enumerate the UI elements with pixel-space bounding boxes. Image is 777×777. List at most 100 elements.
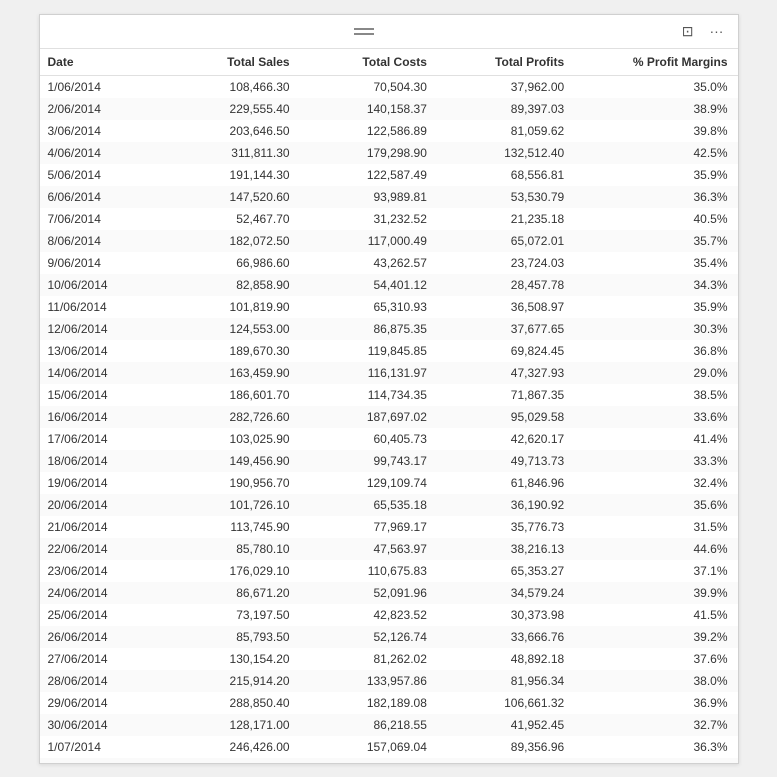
table-row: 12/06/2014124,553.0086,875.3537,677.6530… [40,318,738,340]
table-row: 7/06/201452,467.7031,232.5221,235.1840.5… [40,208,738,230]
table-body: 1/06/2014108,466.3070,504.3037,962.0035.… [40,75,738,763]
more-icon[interactable]: ··· [705,21,727,41]
cell-pct_profit_margins: 37.1% [574,560,737,582]
cell-total_sales: 101,726.10 [153,494,300,516]
table-row: 9/06/201466,986.6043,262.5723,724.0335.4… [40,252,738,274]
data-table: ⊡ ··· Date Total Sales Total Costs Total… [39,14,739,764]
cell-pct_profit_margins: 38.9% [574,98,737,120]
title-bar: ⊡ ··· [40,15,738,49]
expand-icon[interactable]: ⊡ [678,21,698,42]
drag-handle-icon [354,28,374,35]
cell-pct_profit_margins: 29.0% [574,362,737,384]
cell-date: 28/06/2014 [40,670,153,692]
cell-total_profits: 65,353.27 [437,560,574,582]
cell-total_sales: 108,466.30 [153,75,300,98]
cell-date: 10/06/2014 [40,274,153,296]
cell-total_costs: 70,504.30 [300,75,437,98]
cell-date: 13/06/2014 [40,340,153,362]
cell-total_costs: 86,875.35 [300,318,437,340]
cell-total_sales: 124,553.00 [153,318,300,340]
cell-total_profits: 69,824.45 [437,340,574,362]
cell-total_profits: 37,677.65 [437,318,574,340]
cell-date: 8/06/2014 [40,230,153,252]
cell-total_costs: 179,298.90 [300,142,437,164]
cell-date: 22/06/2014 [40,538,153,560]
cell-pct_profit_margins: 35.9% [574,296,737,318]
cell-pct_profit_margins: 38.5% [574,384,737,406]
col-header-total-costs: Total Costs [300,49,437,76]
cell-total_profits: 71,867.35 [437,384,574,406]
cell-date: 16/06/2014 [40,406,153,428]
table-row: 25/06/201473,197.5042,823.5230,373.9841.… [40,604,738,626]
table-row: 28/06/2014215,914.20133,957.8681,956.343… [40,670,738,692]
cell-total_costs: 122,587.49 [300,164,437,186]
cell-total_costs: 119,845.85 [300,340,437,362]
cell-date: 14/06/2014 [40,362,153,384]
cell-date: 6/06/2014 [40,186,153,208]
cell-total_costs: 54,401.12 [300,274,437,296]
cell-pct_profit_margins: 33.6% [574,406,737,428]
cell-total_profits: 35,776.73 [437,516,574,538]
cell-pct_profit_margins: 36.3% [574,186,737,208]
cell-total_costs: 43,262.57 [300,252,437,274]
table-row: 27/06/2014130,154.2081,262.0248,892.1837… [40,648,738,670]
cell-total_costs: 133,957.86 [300,670,437,692]
cell-date: 17/06/2014 [40,428,153,450]
cell-total_costs: 42,823.52 [300,604,437,626]
cell-pct_profit_margins: 39.8% [574,120,737,142]
cell-date: 9/06/2014 [40,252,153,274]
cell-total_profits: 36,190.92 [437,494,574,516]
cell-total_costs: 116,131.97 [300,362,437,384]
table-row: 20/06/2014101,726.1065,535.1836,190.9235… [40,494,738,516]
cell-total_costs: 157,069.04 [300,736,437,758]
cell-total_sales: 229,555.40 [153,98,300,120]
cell-total_costs: 65,310.93 [300,296,437,318]
cell-date: 1/06/2014 [40,75,153,98]
cell-total_sales: 103,025.90 [153,428,300,450]
table-row: 29/06/2014288,850.40182,189.08106,661.32… [40,692,738,714]
cell-total_profits: 81,059.62 [437,120,574,142]
cell-pct_profit_margins: 35.7% [574,230,737,252]
cell-total_sales: 113,745.90 [153,516,300,538]
cell-date: 20/06/2014 [40,494,153,516]
cell-total_costs: 52,091.96 [300,582,437,604]
cell-pct_profit_margins: 38.0% [574,670,737,692]
cell-total_costs: 93,989.81 [300,186,437,208]
cell-total_sales: 215,914.20 [153,670,300,692]
table-row: 16/06/2014282,726.60187,697.0295,029.583… [40,406,738,428]
cell-total_sales: 282,726.60 [153,406,300,428]
cell-total_sales: 147,520.60 [153,186,300,208]
table-row: 13/06/2014189,670.30119,845.8569,824.453… [40,340,738,362]
table-row: 5/06/2014191,144.30122,587.4968,556.8135… [40,164,738,186]
cell-pct_profit_margins: 35.9% [574,164,737,186]
table-row: 19/06/2014190,956.70129,109.7461,846.963… [40,472,738,494]
cell-total_sales: 186,601.70 [153,384,300,406]
table-row: 15/06/2014186,601.70114,734.3571,867.353… [40,384,738,406]
cell-total_sales: 85,793.50 [153,626,300,648]
col-header-total-sales: Total Sales [153,49,300,76]
cell-pct_profit_margins: 30.3% [574,318,737,340]
cell-total_profits: 21,235.18 [437,208,574,230]
cell-total_sales: 101,819.90 [153,296,300,318]
drag-area[interactable] [354,28,374,35]
table-row: 2/06/2014229,555.40140,158.3789,397.0338… [40,98,738,120]
cell-total_profits: 81,956.34 [437,670,574,692]
cell-pct_profit_margins: 35.4% [574,252,737,274]
cell-pct_profit_margins: 41.5% [574,604,737,626]
cell-total_costs: 110,675.83 [300,560,437,582]
cell-total_profits: 33,666.76 [437,626,574,648]
cell-total_sales: 288,850.40 [153,692,300,714]
table-row: 3/06/2014203,646.50122,586.8981,059.6239… [40,120,738,142]
cell-date: 23/06/2014 [40,560,153,582]
cell-date: 25/06/2014 [40,604,153,626]
cell-total_sales: 86,671.20 [153,582,300,604]
cell-total_profits: 48,892.18 [437,648,574,670]
cell-date: 19/06/2014 [40,472,153,494]
cell-total_sales: 163,459.90 [153,362,300,384]
table-scroll-area[interactable]: Date Total Sales Total Costs Total Profi… [40,49,738,763]
cell-pct_profit_margins: 39.9% [574,582,737,604]
cell-total_costs: 122,586.89 [300,120,437,142]
cell-total_costs: 77,969.17 [300,516,437,538]
cell-total_costs: 114,734.35 [300,384,437,406]
cell-total_costs: 140,158.37 [300,98,437,120]
